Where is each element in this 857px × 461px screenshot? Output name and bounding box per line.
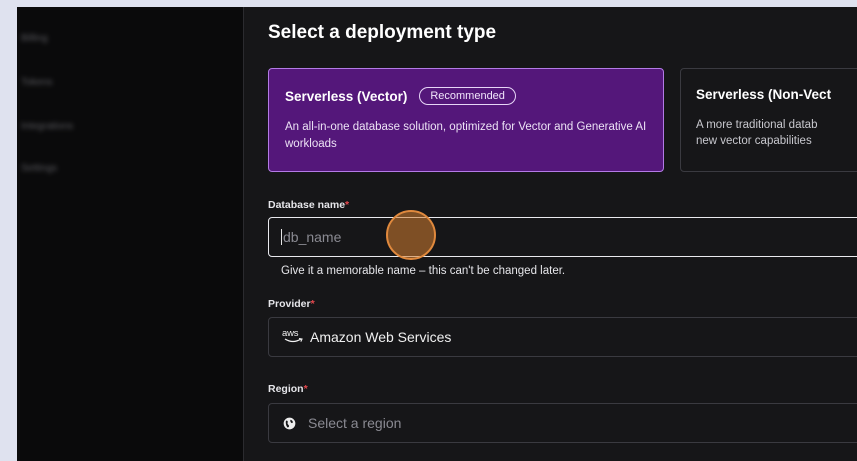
aws-logo-icon: aws	[282, 328, 306, 345]
deployment-type-title: Select a deployment type	[268, 22, 497, 43]
card-title: Serverless (Non-Vect	[696, 87, 832, 102]
text-caret	[281, 229, 282, 245]
region-label-text: Region	[268, 383, 304, 395]
region-placeholder: Select a region	[308, 415, 402, 431]
deployment-option-serverless-non-vector[interactable]: Serverless (Non-Vect A more traditional …	[680, 68, 857, 172]
main-content: Select a deployment type Serverless (Vec…	[244, 7, 857, 461]
required-mark: *	[303, 383, 308, 395]
aws-smile-icon	[284, 338, 303, 343]
database-name-hint: Give it a memorable name – this can't be…	[281, 265, 566, 277]
region-select[interactable]: Select a region	[268, 403, 857, 443]
card-description: A more traditional datab new vector capa…	[696, 117, 857, 149]
card-description-line: new vector capabilities	[696, 135, 812, 147]
sidebar: Billing Tokens Integrations Settings	[17, 7, 244, 461]
required-mark: *	[345, 199, 350, 211]
provider-selected-value: Amazon Web Services	[310, 329, 452, 345]
globe-icon	[283, 417, 296, 429]
database-name-label-text: Database name	[268, 199, 346, 211]
sidebar-item-settings[interactable]: Settings	[21, 163, 57, 174]
provider-label-text: Provider	[268, 298, 311, 310]
required-mark: *	[310, 298, 315, 310]
card-description: An all-in-one database solution, optimiz…	[285, 121, 647, 150]
sidebar-item-billing[interactable]: Billing	[21, 33, 48, 44]
region-label: Region*	[268, 383, 308, 395]
database-name-label: Database name*	[268, 199, 349, 211]
recommended-badge: Recommended	[419, 87, 516, 105]
database-name-input[interactable]	[281, 228, 857, 246]
sidebar-item-tokens[interactable]: Tokens	[21, 77, 53, 88]
database-name-field[interactable]	[268, 217, 857, 257]
card-description-line: A more traditional datab	[696, 119, 818, 131]
card-header: Serverless (Non-Vect	[696, 87, 831, 102]
app-window: Billing Tokens Integrations Settings Sel…	[17, 7, 857, 461]
click-indicator	[386, 210, 436, 260]
card-header: Serverless (Vector) Recommended	[285, 87, 516, 105]
deployment-option-serverless-vector[interactable]: Serverless (Vector) Recommended An all-i…	[268, 68, 664, 172]
provider-select[interactable]: aws Amazon Web Services	[268, 317, 857, 357]
provider-label: Provider*	[268, 298, 315, 310]
card-title: Serverless (Vector)	[285, 88, 408, 104]
sidebar-item-integrations[interactable]: Integrations	[21, 121, 73, 132]
